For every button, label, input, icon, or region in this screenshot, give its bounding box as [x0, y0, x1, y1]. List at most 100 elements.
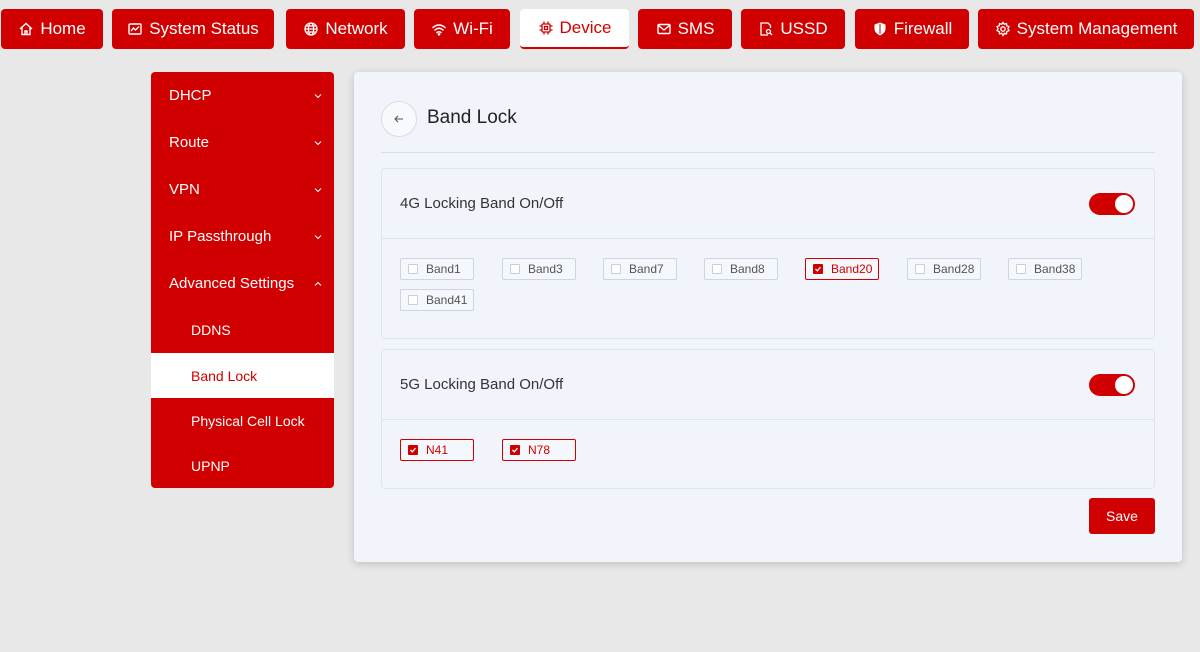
- chip-icon: [538, 20, 554, 36]
- checkbox-box: [813, 264, 823, 274]
- sidebar-item-label: Advanced Settings: [169, 275, 295, 292]
- toggle-knob: [1115, 195, 1133, 213]
- nav-sms-button[interactable]: SMS: [638, 9, 732, 49]
- check-icon: [512, 447, 518, 453]
- sidebar-item-advanced-settings[interactable]: Advanced Settings: [151, 260, 334, 307]
- lte-section-title: 4G Locking Band On/Off: [400, 195, 564, 212]
- band-checkbox-band8[interactable]: Band8: [704, 258, 778, 280]
- toggle-knob: [1115, 376, 1133, 394]
- sidebar-subitem-label: Physical Cell Lock: [191, 412, 305, 429]
- checkbox-label: Band20: [831, 262, 873, 276]
- band-checkbox-band7[interactable]: Band7: [603, 258, 677, 280]
- band-checkbox-band20[interactable]: Band20: [805, 258, 879, 280]
- nav-home-button[interactable]: Home: [1, 9, 103, 49]
- band-checkbox-band38[interactable]: Band38: [1008, 258, 1082, 280]
- sidebar-item-vpn[interactable]: VPN: [151, 166, 334, 213]
- gear-icon: [995, 21, 1011, 37]
- sidebar-subitem-upnp[interactable]: UPNP: [151, 443, 334, 488]
- chevron-down-icon: [314, 233, 322, 241]
- band-checkbox-band28[interactable]: Band28: [907, 258, 981, 280]
- checkbox-box: [510, 264, 520, 274]
- shield-icon: [872, 21, 888, 37]
- wifi-icon: [431, 21, 447, 37]
- nav-label: Firewall: [893, 19, 953, 38]
- checkbox-label: N78: [528, 443, 551, 457]
- checkbox-box: [510, 445, 520, 455]
- sidebar-subitem-ddns[interactable]: DDNS: [151, 307, 334, 352]
- nav-label: Wi-Fi: [453, 19, 493, 38]
- sidebar-subitem-label: Band Lock: [191, 367, 258, 384]
- checkbox-box: [915, 264, 925, 274]
- arrow-left-icon: [394, 115, 403, 123]
- sidebar-item-label: DHCP: [169, 87, 212, 104]
- sidebar-subitem-label: UPNP: [191, 457, 230, 474]
- chevron-down-icon: [314, 186, 322, 194]
- nav-label: USSD: [780, 19, 828, 38]
- save-button[interactable]: Save: [1089, 498, 1155, 534]
- checkbox-label: Band38: [1034, 262, 1076, 276]
- sidebar-item-label: IP Passthrough: [169, 228, 272, 245]
- nav-label: System Status: [149, 19, 259, 38]
- back-button[interactable]: [381, 101, 417, 137]
- nr-section-title: 5G Locking Band On/Off: [400, 376, 564, 393]
- sidebar-subitem-label: DDNS: [191, 321, 231, 338]
- lte-band-section: 4G Locking Band On/Off Band1 Band3 Band7…: [381, 168, 1155, 339]
- home-icon: [18, 21, 34, 37]
- nav-label: Home: [40, 19, 86, 38]
- top-navigation: Home System Status Network Wi-Fi Device …: [0, 9, 1200, 51]
- checkbox-label: Band7: [629, 262, 664, 276]
- search-doc-icon: [758, 21, 774, 37]
- lte-lock-toggle[interactable]: [1089, 193, 1135, 215]
- checkbox-box: [1016, 264, 1026, 274]
- globe-icon: [303, 21, 319, 37]
- check-icon: [410, 447, 416, 453]
- band-lock-panel: Band Lock 4G Locking Band On/Off Band1 B…: [354, 72, 1182, 562]
- checkbox-label: Band41: [426, 293, 468, 307]
- mail-icon: [656, 21, 672, 37]
- sidebar-item-label: Route: [169, 134, 210, 151]
- sidebar: DHCP Route VPN IP Passthrough Advanced S…: [151, 72, 334, 488]
- checkbox-box: [408, 445, 418, 455]
- monitor-icon: [127, 21, 143, 37]
- band-checkbox-band3[interactable]: Band3: [502, 258, 576, 280]
- nr-section-header: 5G Locking Band On/Off: [382, 350, 1154, 420]
- sidebar-item-route[interactable]: Route: [151, 119, 334, 166]
- nav-wifi-button[interactable]: Wi-Fi: [414, 9, 510, 49]
- nav-firewall-button[interactable]: Firewall: [855, 9, 969, 49]
- page-title: Band Lock: [427, 107, 517, 128]
- nav-system-status-button[interactable]: System Status: [112, 9, 274, 49]
- nav-label: SMS: [677, 19, 715, 38]
- band-checkbox-n78[interactable]: N78: [502, 439, 576, 461]
- nr-lock-toggle[interactable]: [1089, 374, 1135, 396]
- sidebar-subitem-band-lock[interactable]: Band Lock: [151, 353, 334, 398]
- checkbox-box: [712, 264, 722, 274]
- sidebar-item-label: VPN: [169, 181, 200, 198]
- chevron-down-icon: [314, 92, 322, 100]
- nav-label: Device: [559, 18, 612, 37]
- checkbox-box: [408, 295, 418, 305]
- nav-network-button[interactable]: Network: [286, 9, 405, 49]
- lte-section-header: 4G Locking Band On/Off: [382, 169, 1154, 239]
- nr-band-section: 5G Locking Band On/Off N41 N78: [381, 349, 1155, 489]
- checkbox-label: Band8: [730, 262, 765, 276]
- nav-label: Network: [325, 19, 388, 38]
- checkbox-label: Band28: [933, 262, 975, 276]
- nav-system-management-button[interactable]: System Management: [978, 9, 1194, 49]
- checkbox-label: Band1: [426, 262, 461, 276]
- sidebar-item-ip-passthrough[interactable]: IP Passthrough: [151, 213, 334, 260]
- band-checkbox-n41[interactable]: N41: [400, 439, 474, 461]
- sidebar-subitem-physical-cell-lock[interactable]: Physical Cell Lock: [151, 398, 334, 443]
- nav-label: System Management: [1016, 19, 1178, 38]
- chevron-up-icon: [314, 280, 322, 288]
- divider: [381, 152, 1155, 153]
- chevron-down-icon: [314, 139, 322, 147]
- band-checkbox-band41[interactable]: Band41: [400, 289, 474, 311]
- checkbox-box: [611, 264, 621, 274]
- check-icon: [815, 266, 821, 272]
- checkbox-label: Band3: [528, 262, 563, 276]
- checkbox-label: N41: [426, 443, 449, 457]
- nav-ussd-button[interactable]: USSD: [741, 9, 845, 49]
- nav-device-button[interactable]: Device: [520, 9, 629, 49]
- sidebar-item-dhcp[interactable]: DHCP: [151, 72, 334, 119]
- band-checkbox-band1[interactable]: Band1: [400, 258, 474, 280]
